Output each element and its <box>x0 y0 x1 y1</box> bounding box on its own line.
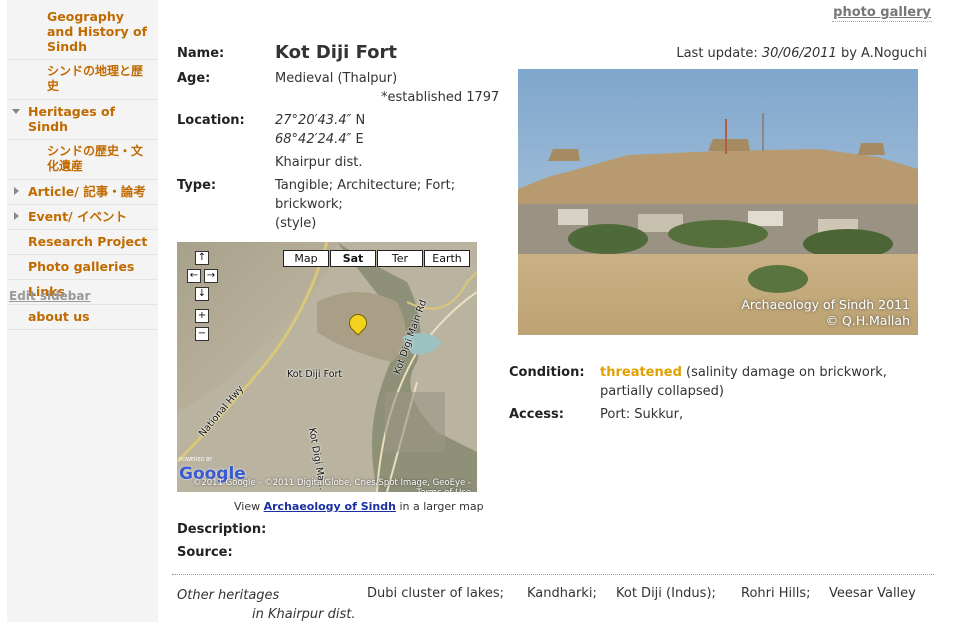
map-copyright: ©2011 Google - ©2011 DigitalGlobe, Cnes/… <box>192 478 471 492</box>
sidebar-item-photo-galleries[interactable]: Photo galleries <box>7 255 158 280</box>
pan-up-icon[interactable]: ↑ <box>195 251 209 265</box>
satellite-map[interactable]: Map Sat Ter Earth ↑ ← → ↓ + − Kot Diji F… <box>177 242 477 492</box>
latitude-value: 27°20′43.4″ <box>275 113 352 128</box>
sidebar-item-event[interactable]: Event/ イベント <box>7 205 158 230</box>
fort-photo[interactable]: Archaeology of Sindh 2011 © Q.H.Mallah <box>518 69 918 335</box>
heritage-link-kot-diji[interactable]: Kot Diji (Indus); <box>616 586 716 601</box>
condition-label: Condition: <box>509 365 585 380</box>
heritage-link-kandharki[interactable]: Kandharki; <box>527 586 597 601</box>
longitude: 68°42′24.4″ E <box>275 130 364 149</box>
district: Khairpur dist. <box>275 155 363 170</box>
divider <box>832 21 932 22</box>
latitude: 27°20′43.4″ N <box>275 111 365 130</box>
zoom-out-icon[interactable]: − <box>195 327 209 341</box>
page-title: Kot Diji Fort <box>275 42 398 63</box>
access-label: Access: <box>509 407 564 422</box>
last-update-date: 30/06/2011 <box>761 46 837 61</box>
map-view-link-line: View Archaeology of Sindh in a larger ma… <box>234 500 484 513</box>
other-heritages-line-1: Other heritages <box>177 588 280 603</box>
sidebar-item-heritages[interactable]: Heritages of Sindh <box>7 100 158 140</box>
access-value: Port: Sukkur, <box>600 407 684 422</box>
archaeology-of-sindh-link[interactable]: Archaeology of Sindh <box>264 500 396 513</box>
sidebar-item-label[interactable]: Heritages of Sindh <box>28 104 154 134</box>
heritage-link-rohri[interactable]: Rohri Hills; <box>741 586 811 601</box>
heritage-link-dubi[interactable]: Dubi cluster of lakes; <box>367 586 504 601</box>
longitude-value: 68°42′24.4″ <box>275 132 352 147</box>
sidebar-item-research[interactable]: Research Project <box>7 230 158 255</box>
zoom-in-icon[interactable]: + <box>195 309 209 323</box>
other-heritages-line-2: in Khairpur dist. <box>252 607 356 622</box>
source-label: Source: <box>177 545 233 560</box>
pan-down-icon[interactable]: ↓ <box>195 287 209 301</box>
map-view-suffix: in a larger map <box>395 500 484 513</box>
map-view-prefix: View <box>234 500 264 513</box>
age-value: Medieval (Thalpur) <box>275 71 398 86</box>
description-label: Description: <box>177 522 267 537</box>
heritage-link-veesar[interactable]: Veesar Valley <box>829 586 916 601</box>
sidebar-item-label[interactable]: Research Project <box>28 234 154 249</box>
footer-divider <box>172 574 934 575</box>
photo-gallery-link[interactable]: photo gallery <box>833 5 931 20</box>
last-update-author: by A.Noguchi <box>836 46 927 61</box>
sidebar-item-label[interactable]: Geography and History of Sindh <box>47 9 154 54</box>
sidebar-item-label[interactable]: シンドの地理と歴史 <box>47 64 154 94</box>
last-update: Last update: 30/06/2011 by A.Noguchi <box>676 46 927 61</box>
pan-right-icon[interactable]: → <box>204 269 218 283</box>
latitude-dir: N <box>351 113 366 128</box>
sidebar-item-label[interactable]: Article/ 記事・論考 <box>28 184 154 199</box>
photo-caption: Archaeology of Sindh 2011 © Q.H.Mallah <box>741 297 910 329</box>
location-label: Location: <box>177 113 245 128</box>
chevron-right-icon[interactable] <box>14 187 19 195</box>
condition-note-1: (salinity damage on brickwork, <box>681 365 887 380</box>
sidebar-item-geography-jp[interactable]: シンドの地理と歴史 <box>7 60 158 100</box>
edit-sidebar-link[interactable]: Edit sidebar <box>9 289 90 303</box>
map-type-bar: Map Sat Ter Earth <box>283 250 471 267</box>
sidebar-item-label[interactable]: Photo galleries <box>28 259 154 274</box>
powered-by-label: POWERED BY <box>179 457 213 463</box>
pan-left-icon[interactable]: ← <box>187 269 201 283</box>
sidebar-item-article[interactable]: Article/ 記事・論考 <box>7 180 158 205</box>
map-type-ter-button[interactable]: Ter <box>377 250 423 267</box>
sidebar-item-about[interactable]: about us <box>7 305 158 330</box>
last-update-prefix: Last update: <box>676 46 762 61</box>
condition-status: threatened <box>600 365 682 380</box>
name-label: Name: <box>177 46 225 61</box>
chevron-down-icon[interactable] <box>12 109 20 114</box>
sidebar-item-label[interactable]: about us <box>28 309 154 324</box>
map-type-earth-button[interactable]: Earth <box>424 250 470 267</box>
photo-caption-line-2: © Q.H.Mallah <box>825 313 910 328</box>
photo-caption-line-1: Archaeology of Sindh 2011 <box>741 297 910 312</box>
map-label-fort: Kot Diji Fort <box>287 369 343 380</box>
type-label: Type: <box>177 178 217 193</box>
type-line-2: brickwork; <box>275 197 343 212</box>
condition-value: threatened (salinity damage on brickwork… <box>600 363 920 401</box>
sidebar-item-label[interactable]: Event/ イベント <box>28 209 154 224</box>
other-heritages-label: Other heritages in Khairpur dist. <box>177 586 356 622</box>
sidebar: Geography and History of Sindh シンドの地理と歴史… <box>7 0 158 622</box>
chevron-right-icon[interactable] <box>14 212 19 220</box>
condition-note-2: partially collapsed) <box>600 384 724 399</box>
type-line-1: Tangible; Architecture; Fort; <box>275 178 456 193</box>
map-imagery <box>177 242 477 492</box>
sidebar-item-heritages-jp[interactable]: シンドの歴史・文化遺産 <box>7 140 158 180</box>
age-label: Age: <box>177 71 211 86</box>
map-type-map-button[interactable]: Map <box>283 250 329 267</box>
established-note: *established 1797 <box>381 90 500 105</box>
sidebar-item-geography[interactable]: Geography and History of Sindh <box>7 0 158 60</box>
type-line-3: (style) <box>275 216 317 231</box>
longitude-dir: E <box>351 132 364 147</box>
sidebar-item-label[interactable]: シンドの歴史・文化遺産 <box>47 144 154 174</box>
fort-photo-image <box>518 69 918 335</box>
map-type-sat-button[interactable]: Sat <box>330 250 376 267</box>
